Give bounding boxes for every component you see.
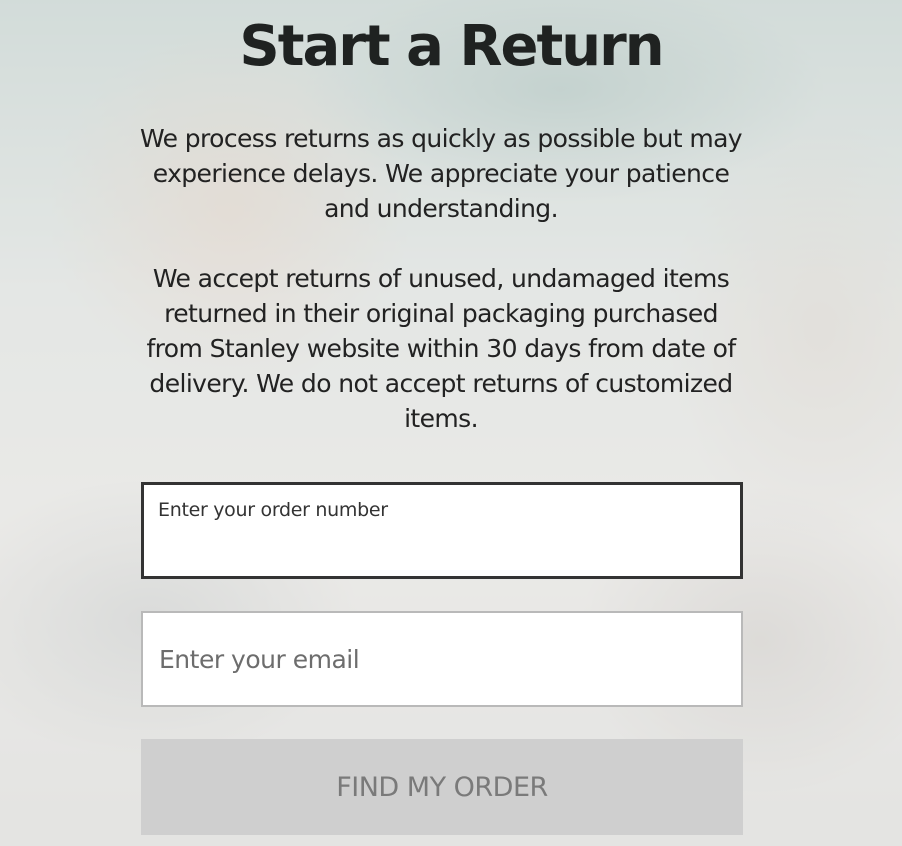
order-number-field[interactable]: Enter your order number: [141, 482, 743, 579]
intro-paragraph: We process returns as quickly as possibl…: [140, 124, 743, 223]
email-input[interactable]: [157, 613, 727, 705]
order-number-input[interactable]: [158, 534, 726, 566]
page-title: Start a Return: [239, 14, 664, 79]
email-field[interactable]: [141, 611, 743, 707]
find-my-order-button[interactable]: FIND MY ORDER: [141, 739, 743, 835]
order-number-label: Enter your order number: [158, 499, 388, 521]
policy-paragraph: We accept returns of unused, undamaged i…: [146, 264, 736, 433]
return-form-container: Start a Return We process returns as qui…: [0, 0, 902, 846]
